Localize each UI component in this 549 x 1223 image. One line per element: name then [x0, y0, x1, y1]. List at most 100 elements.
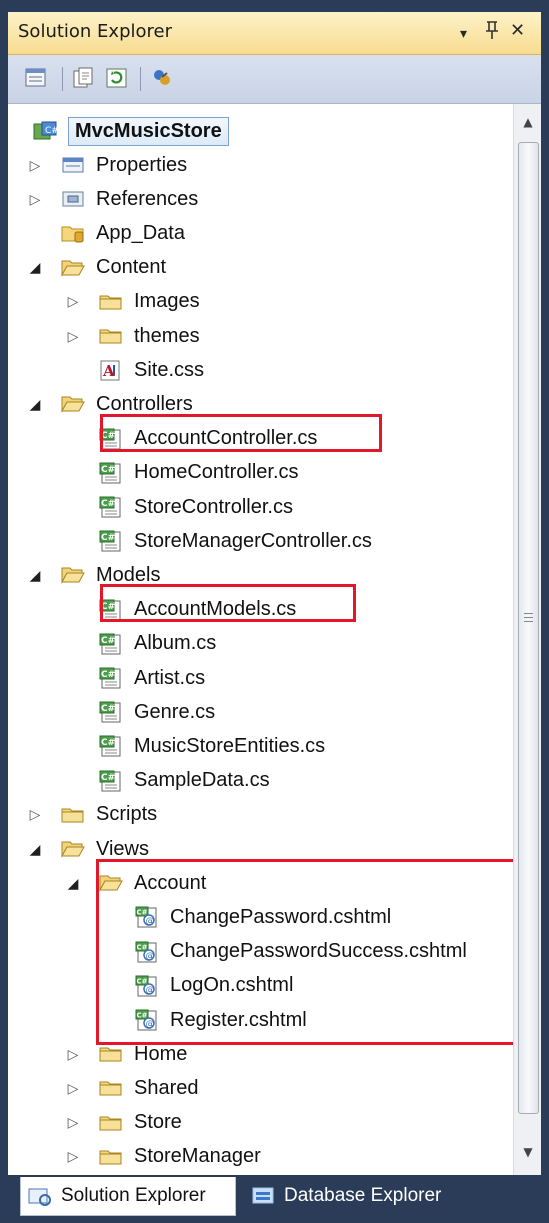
svg-text:C#: C#: [101, 773, 115, 783]
expanded-arrow-icon[interactable]: ◢: [62, 875, 84, 892]
tree-item-label: Images: [134, 290, 200, 313]
folder-icon: [98, 1112, 124, 1134]
tree-item-label: MusicStoreEntities.cs: [134, 734, 326, 757]
toolbar: [8, 55, 541, 104]
tree-item-themes[interactable]: ▷ themes: [62, 319, 200, 353]
csharp-file-icon: C#: [98, 667, 124, 689]
tree-item-store-controller[interactable]: C# StoreController.cs: [62, 490, 293, 524]
tree-item-label: Shared: [134, 1076, 199, 1099]
tree-item-site-css[interactable]: A Site.css: [62, 353, 204, 387]
window-title: Solution Explorer: [18, 21, 172, 42]
references-icon: [60, 188, 86, 210]
show-all-files-icon[interactable]: [72, 67, 96, 89]
thumb-grip: [524, 613, 533, 614]
toolbar-separator: [62, 67, 63, 91]
scrollbar-thumb[interactable]: [518, 142, 539, 1114]
collapsed-arrow-icon[interactable]: ▷: [62, 1114, 84, 1131]
tree-item-label: Genre.cs: [134, 700, 216, 723]
collapsed-arrow-icon[interactable]: ▷: [24, 157, 46, 174]
tree-item-images[interactable]: ▷ Images: [62, 285, 200, 319]
folder-icon: [98, 1077, 124, 1099]
collapsed-arrow-icon[interactable]: ▷: [24, 191, 46, 208]
tree-item-store-manager-controller[interactable]: C# StoreManagerController.cs: [62, 524, 372, 558]
tree-item-label: Artist.cs: [134, 666, 206, 689]
vertical-scrollbar[interactable]: ▲ ▼: [513, 104, 541, 1175]
tree-item-label: Views: [96, 837, 149, 860]
css-file-icon: A: [98, 359, 124, 381]
title-bar: Solution Explorer ▾ ✕: [8, 12, 541, 55]
expanded-arrow-icon[interactable]: ◢: [24, 259, 46, 276]
tab-solution-explorer[interactable]: Solution Explorer: [20, 1177, 236, 1216]
csharp-file-icon: C#: [98, 462, 124, 484]
svg-text:C#: C#: [101, 738, 115, 748]
properties-icon[interactable]: [24, 67, 48, 89]
app-data-folder-icon: [60, 222, 86, 244]
tree-item-app-data[interactable]: App_Data: [24, 216, 185, 250]
tree-item-views-shared[interactable]: ▷ Shared: [62, 1071, 199, 1105]
svg-text:C#: C#: [101, 499, 115, 509]
tree-item-label: Album.cs: [134, 632, 217, 655]
tree-item-label: Home: [134, 1042, 188, 1065]
scroll-down-arrow-icon[interactable]: ▼: [514, 1140, 541, 1164]
highlight-account-controller: [100, 414, 382, 452]
thumb-grip: [524, 621, 533, 622]
csharp-file-icon: C#: [98, 633, 124, 655]
solution-icon: C#: [32, 120, 59, 142]
collapsed-arrow-icon[interactable]: ▷: [62, 1080, 84, 1097]
collapsed-arrow-icon[interactable]: ▷: [24, 806, 46, 823]
folder-icon: [98, 1043, 124, 1065]
svg-text:C#: C#: [45, 126, 58, 136]
folder-icon: [98, 1146, 124, 1168]
tab-label: Database Explorer: [284, 1185, 442, 1206]
tree-item-sample-data[interactable]: C# SampleData.cs: [62, 764, 270, 798]
expanded-arrow-icon[interactable]: ◢: [24, 396, 46, 413]
svg-text:C#: C#: [101, 533, 115, 543]
folder-icon: [98, 291, 124, 313]
tree-item-label: Scripts: [96, 803, 158, 826]
tab-database-explorer[interactable]: Database Explorer: [244, 1177, 474, 1215]
solution-tree: C# MvcMusicStore ▷ Properties ▷ References App…: [8, 104, 513, 1175]
folder-open-icon: [60, 257, 86, 279]
tree-item-content[interactable]: ◢ Content: [24, 251, 166, 285]
tree-item-artist[interactable]: C# Artist.cs: [62, 661, 205, 695]
tree-item-references[interactable]: ▷ References: [24, 182, 199, 216]
csharp-file-icon: C#: [98, 735, 124, 757]
close-icon[interactable]: ✕: [510, 20, 525, 42]
expanded-arrow-icon[interactable]: ◢: [24, 567, 46, 584]
tree-item-label: StoreManager: [134, 1145, 261, 1168]
collapsed-arrow-icon[interactable]: ▷: [62, 293, 84, 310]
collapsed-arrow-icon[interactable]: ▷: [62, 1148, 84, 1165]
solution-explorer-icon: [27, 1185, 53, 1207]
csharp-file-icon: C#: [98, 770, 124, 792]
tree-item-views-store-manager[interactable]: ▷ StoreManager: [62, 1140, 261, 1174]
tree-item-label: Site.css: [134, 358, 205, 381]
tree-item-label: SampleData.cs: [134, 769, 270, 792]
expanded-arrow-icon[interactable]: ◢: [24, 841, 46, 858]
class-diagram-icon[interactable]: [150, 67, 174, 89]
tree-item-mvcmusicstore[interactable]: C# MvcMusicStore: [32, 114, 229, 148]
tree-item-music-store-entities[interactable]: C# MusicStoreEntities.cs: [62, 729, 325, 763]
database-explorer-icon: [250, 1185, 276, 1207]
properties-icon: [60, 154, 86, 176]
folder-open-icon: [60, 564, 86, 586]
pin-icon[interactable]: [484, 20, 500, 46]
scroll-up-arrow-icon[interactable]: ▲: [514, 110, 541, 134]
highlight-account-views: [96, 859, 513, 1045]
tree-item-label: Store: [134, 1111, 182, 1134]
thumb-grip: [524, 617, 533, 618]
tree-item-views-store[interactable]: ▷ Store: [62, 1106, 182, 1140]
collapsed-arrow-icon[interactable]: ▷: [62, 328, 84, 345]
tree-item-genre[interactable]: C# Genre.cs: [62, 695, 215, 729]
tree-item-label: Content: [96, 256, 167, 279]
tree-item-properties[interactable]: ▷ Properties: [24, 148, 188, 182]
window-position-dropdown-icon[interactable]: ▾: [460, 23, 467, 45]
tree-item-home-controller[interactable]: C# HomeController.cs: [62, 456, 299, 490]
tree-item-label: StoreController.cs: [134, 495, 293, 518]
tree-item-scripts[interactable]: ▷ Scripts: [24, 798, 158, 832]
refresh-icon[interactable]: [105, 67, 129, 89]
tree-item-label: themes: [134, 324, 200, 347]
tree-item-album[interactable]: C# Album.cs: [62, 627, 216, 661]
csharp-file-icon: C#: [98, 496, 124, 518]
bottom-tab-strip: Solution Explorer Database Explorer: [8, 1175, 541, 1223]
collapsed-arrow-icon[interactable]: ▷: [62, 1046, 84, 1063]
